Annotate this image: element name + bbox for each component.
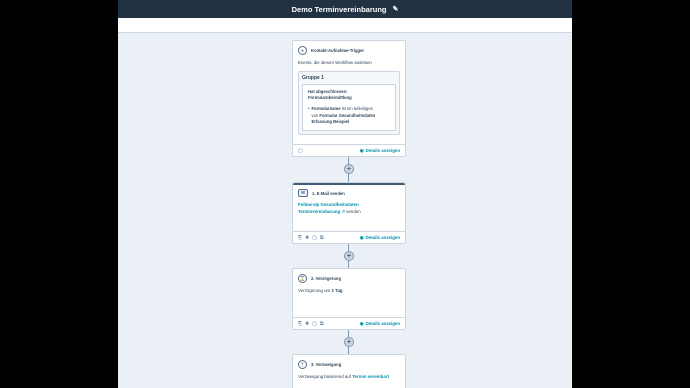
branch-value[interactable]: Termin vereinbart	[352, 374, 389, 379]
group-title: Gruppe 1	[302, 74, 324, 81]
eye-icon: ◉	[359, 147, 364, 153]
selected-bar	[293, 183, 405, 185]
sub-toolbar	[118, 18, 572, 33]
delay-heading: 2. Verzögerung	[311, 276, 342, 281]
move-icon[interactable]: ✚	[305, 235, 309, 241]
trigger-heading: Kontakt-Aufnahme-Trigger	[311, 48, 365, 53]
details-label: Details anzeigen	[365, 235, 400, 240]
branch-icon: ᛉ	[298, 360, 307, 369]
branch-heading: 3. Verzweigung	[311, 362, 342, 367]
trigger-subtitle: Events, die diesen Workflow auslösen	[298, 60, 372, 65]
delay-action-card[interactable]: ⌛ 2. Verzögerung Verzögerung um 1 Tag ⎘ …	[292, 268, 406, 330]
workflow-title: Demo Terminvereinbarung	[291, 4, 387, 14]
condition-value: Formularübermittlung	[308, 95, 352, 101]
delay-details-link[interactable]: ◉ Details anzeigen	[360, 321, 400, 327]
add-action-plus-button[interactable]: +	[344, 251, 354, 261]
filter-group: Gruppe 1 Hat abgeschlossen: Formularüber…	[298, 70, 400, 136]
edit-title-pencil-icon[interactable]: ✎	[393, 5, 399, 13]
add-action-plus-button[interactable]: +	[344, 337, 354, 347]
attach-icon[interactable]: ⎘	[298, 321, 302, 327]
email-action-card[interactable]: ✉ 1. E-Mail senden Follow-Up Gesundheits…	[292, 182, 406, 244]
condition-prefix: Hat abgeschlossen:	[308, 88, 348, 94]
hourglass-icon: ⌛	[298, 274, 307, 283]
copy-icon[interactable]: ⧉	[320, 235, 324, 241]
trash-icon[interactable]: ▢	[312, 235, 317, 241]
delay-prefix: Verzögerung um	[298, 288, 332, 293]
bullet-operator: ist ein beliebiges	[340, 106, 373, 112]
details-label: Details anzeigen	[365, 321, 400, 326]
email-icon: ✉	[298, 189, 308, 197]
trash-icon[interactable]: ▢	[312, 321, 317, 327]
trigger-card[interactable]: ● Kontakt-Aufnahme-Trigger Events, die d…	[292, 40, 406, 157]
filter-condition: Hat abgeschlossen: Formularübermittlung …	[302, 83, 396, 132]
email-link-line2[interactable]: Terminvereinbarung	[298, 209, 340, 214]
delay-value: 1 Tag	[331, 288, 343, 293]
attach-icon[interactable]: ⎘	[298, 235, 302, 241]
bullet-field: Formularname	[311, 106, 341, 112]
workflow-canvas: Demo Terminvereinbarung ✎ ● Kontakt-Aufn…	[118, 0, 572, 388]
details-label: Details anzeigen	[365, 148, 400, 153]
branch-prefix: Verzweigung basierend auf	[298, 374, 353, 379]
branch-action-card[interactable]: ᛉ 3. Verzweigung Verzweigung basierend a…	[292, 354, 406, 388]
email-link-line1[interactable]: Follow-Up Gesundheitsdaten	[298, 202, 400, 209]
trigger-details-link[interactable]: ◉ Details anzeigen	[360, 148, 400, 154]
trash-icon[interactable]: ▢	[298, 148, 303, 154]
email-details-link[interactable]: ◉ Details anzeigen	[360, 235, 400, 241]
top-header: Demo Terminvereinbarung ✎	[118, 0, 572, 18]
eye-icon: ◉	[359, 320, 364, 326]
email-heading: 1. E-Mail senden	[312, 190, 345, 196]
copy-icon[interactable]: ⧉	[320, 321, 324, 327]
contact-icon: ●	[298, 46, 307, 55]
email-suffix: senden	[345, 208, 361, 214]
bullet-dot: •	[308, 106, 310, 112]
bullet-form: Formular Gesundheitsdaten Erfassung Beis…	[311, 112, 376, 125]
eye-icon: ◉	[359, 234, 364, 240]
move-icon[interactable]: ✚	[305, 321, 309, 327]
add-action-plus-button[interactable]: +	[344, 164, 354, 174]
